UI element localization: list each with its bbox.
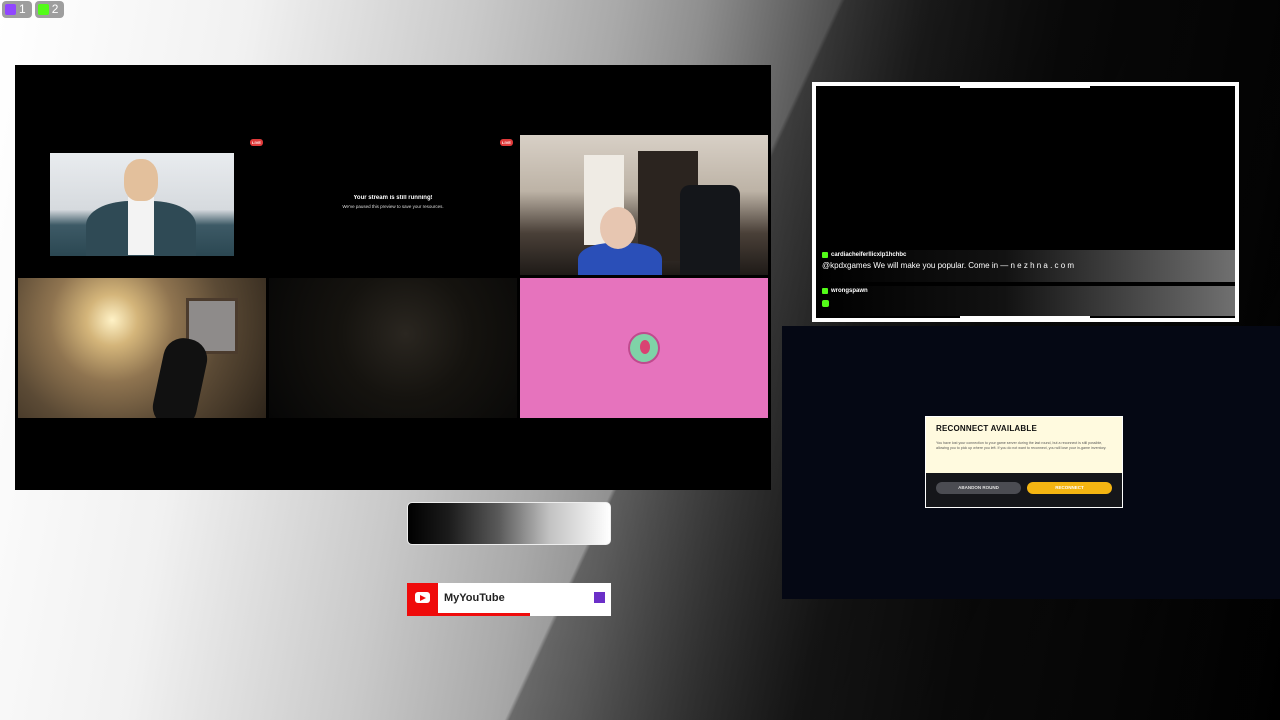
- youtube-progress-bar: [407, 613, 530, 616]
- twitch-icon: [5, 4, 16, 15]
- abandon-round-button[interactable]: ABANDON ROUND: [936, 482, 1021, 494]
- chat-username: wrongspawn: [831, 288, 868, 294]
- gradient-widget: [407, 502, 611, 545]
- foreground-arm: [149, 334, 211, 418]
- gaming-chair: [680, 185, 740, 275]
- chat-message: cardiacheiferllicxlp1hchbc @kpdxgames We…: [816, 250, 1235, 282]
- kick-icon: [37, 4, 49, 15]
- anime-figure-collar: [128, 197, 154, 255]
- paused-preview-tile: Your stream is still running! We've paus…: [280, 195, 506, 225]
- youtube-icon: [415, 592, 430, 603]
- anime-figure-head: [124, 159, 158, 201]
- twitch-viewer-badge: 1: [2, 1, 32, 18]
- chat-message: wrongspawn: [816, 286, 1235, 316]
- youtube-channel-name: MyYouTube: [444, 592, 505, 604]
- reconnect-button[interactable]: RECONNECT: [1027, 482, 1112, 494]
- dialog-title: RECONNECT AVAILABLE: [936, 424, 1037, 433]
- game-capture-panel: RECONNECT AVAILABLE You have lost your c…: [782, 326, 1280, 599]
- chat-text: @kpdxgames We will make you popular. Com…: [822, 261, 1075, 270]
- dialog-header: RECONNECT AVAILABLE You have lost your c…: [926, 417, 1122, 473]
- kick-icon: [822, 252, 828, 258]
- youtube-widget: MyYouTube: [407, 583, 611, 616]
- paused-subtitle: We've paused this preview to save your r…: [342, 204, 444, 209]
- kick-emote-icon: [822, 300, 829, 307]
- dialog-body: You have lost your connection to your ga…: [936, 441, 1107, 450]
- chat-overlay: cardiacheiferllicxlp1hchbc @kpdxgames We…: [812, 82, 1239, 322]
- chat-overlay-inner: cardiacheiferllicxlp1hchbc @kpdxgames We…: [816, 85, 1235, 319]
- stream-grid-panel: LIVE Your stream is still running! We've…: [15, 65, 771, 490]
- chat-username-row: cardiacheiferllicxlp1hchbc: [822, 252, 1229, 258]
- chat-username: cardiacheiferllicxlp1hchbc: [831, 252, 907, 258]
- user-avatar: [628, 332, 660, 364]
- kick-viewer-badge: 2: [34, 1, 65, 18]
- twitch-viewer-count: 1: [19, 2, 26, 16]
- paused-title: Your stream is still running!: [353, 195, 433, 201]
- streamer-head: [600, 207, 636, 249]
- youtube-icon-background: [407, 583, 438, 613]
- chat-bottom-accent: [960, 316, 1090, 319]
- webcam-tile-lamp: [18, 278, 266, 418]
- chat-top-accent: [960, 85, 1090, 88]
- platform-badges: 1 2: [2, 1, 65, 18]
- avatar-tile: [520, 278, 768, 418]
- status-square-icon: [594, 592, 605, 603]
- live-badge: LIVE: [500, 139, 513, 146]
- webcam-tile-anime: [50, 153, 234, 256]
- kick-icon: [822, 288, 828, 294]
- webcam-tile-room: [520, 135, 768, 275]
- reconnect-dialog: RECONNECT AVAILABLE You have lost your c…: [925, 416, 1123, 508]
- dialog-buttons: ABANDON ROUND RECONNECT: [926, 473, 1122, 503]
- kick-viewer-count: 2: [51, 2, 59, 16]
- webcam-tile-dark: [269, 278, 517, 418]
- chat-username-row: wrongspawn: [822, 288, 1229, 294]
- live-badge: LIVE: [250, 139, 263, 146]
